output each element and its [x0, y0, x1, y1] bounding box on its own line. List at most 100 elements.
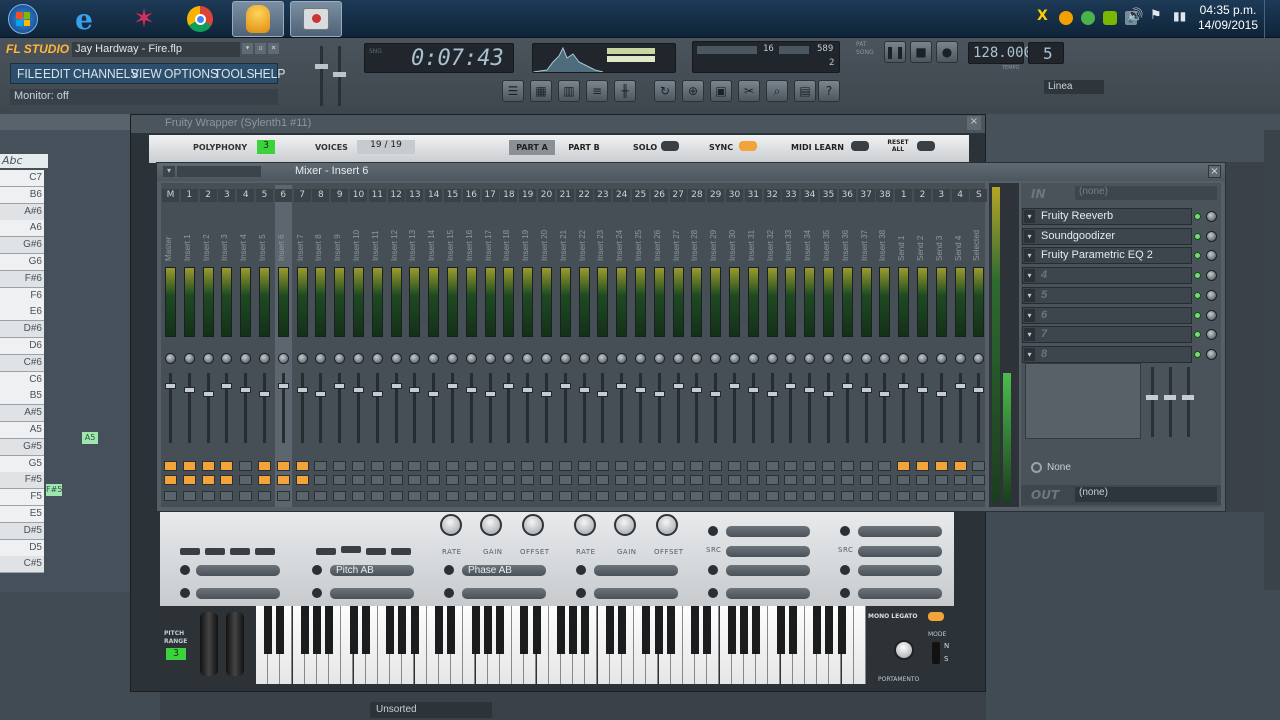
- solo-button[interactable]: [746, 491, 760, 501]
- empty-effect-slot[interactable]: 6: [1022, 306, 1192, 324]
- black-key[interactable]: [618, 606, 626, 654]
- solo-button[interactable]: [521, 491, 535, 501]
- pan-knob[interactable]: [371, 353, 383, 364]
- insert-strip[interactable]: 31 Insert 31: [744, 185, 762, 507]
- piano-key[interactable]: C6: [0, 371, 44, 389]
- black-key[interactable]: [666, 606, 675, 654]
- insert-strip[interactable]: 36 Insert 36: [838, 185, 856, 507]
- route-button[interactable]: [972, 461, 986, 471]
- insert-strip[interactable]: 24 Insert 24: [613, 185, 631, 507]
- fx-button[interactable]: [784, 475, 798, 485]
- fx-button[interactable]: [728, 475, 741, 485]
- black-key[interactable]: [727, 606, 736, 654]
- volume-fader[interactable]: [221, 383, 233, 389]
- pan-knob[interactable]: [672, 353, 684, 364]
- solo-button[interactable]: [784, 491, 798, 501]
- pitch-wheel[interactable]: [200, 612, 218, 676]
- insert-strip[interactable]: 30 Insert 30: [726, 185, 743, 507]
- black-key[interactable]: [483, 606, 492, 654]
- volume-fader[interactable]: [371, 391, 383, 397]
- pan-knob[interactable]: [954, 353, 966, 364]
- effect-slot[interactable]: Fruity Parametric EQ 2: [1022, 247, 1192, 265]
- slot-enable-icon[interactable]: [1194, 232, 1201, 240]
- menu-options[interactable]: OPTIONS: [164, 67, 218, 82]
- insert-strip[interactable]: 16 Insert 16: [462, 185, 480, 507]
- route-button[interactable]: [258, 461, 271, 471]
- solo-button[interactable]: [671, 491, 685, 501]
- route-button[interactable]: [878, 461, 892, 471]
- solo-button[interactable]: [709, 491, 723, 501]
- route-button[interactable]: [333, 461, 347, 471]
- solo-button[interactable]: [596, 491, 610, 501]
- pan-knob[interactable]: [503, 353, 515, 364]
- mod-dot-1[interactable]: [180, 565, 190, 575]
- fx-button[interactable]: [634, 475, 647, 485]
- mixer-titlebar[interactable]: ▾ Mixer - Insert 6 ×: [157, 163, 1225, 181]
- volume-fader[interactable]: [954, 383, 966, 389]
- start-button[interactable]: [0, 1, 46, 37]
- slot-enable-icon[interactable]: [1194, 213, 1201, 220]
- piano-key[interactable]: F5: [0, 489, 44, 507]
- solo-button[interactable]: [427, 491, 441, 501]
- mod-dot-5[interactable]: [444, 565, 454, 575]
- solo-button[interactable]: [314, 491, 328, 501]
- fx-button[interactable]: [464, 475, 478, 485]
- src-bar-4[interactable]: [726, 588, 810, 599]
- piano-key[interactable]: C#6: [0, 354, 44, 372]
- fx-button[interactable]: [483, 475, 497, 485]
- route-button[interactable]: [483, 461, 497, 471]
- mod-fader-2[interactable]: [205, 548, 225, 555]
- pan-knob[interactable]: [409, 353, 421, 364]
- black-key[interactable]: [642, 606, 651, 654]
- volume-fader[interactable]: [559, 383, 571, 389]
- volume-fader[interactable]: [597, 391, 609, 397]
- solo-button[interactable]: [634, 491, 647, 501]
- pan-knob[interactable]: [183, 353, 195, 364]
- tray-flag-icon[interactable]: ⚑: [1150, 8, 1164, 23]
- solo-button[interactable]: [276, 491, 290, 501]
- fx-button[interactable]: [934, 475, 948, 485]
- lfo1-gain-knob[interactable]: [480, 514, 502, 536]
- insert-strip[interactable]: 17 Insert 17: [481, 185, 499, 507]
- solo-button[interactable]: [483, 491, 497, 501]
- mod-fader-4[interactable]: [255, 548, 275, 555]
- slot-enable-icon[interactable]: [1194, 311, 1201, 319]
- piano-key[interactable]: F#6: [0, 270, 44, 288]
- slot-menu-icon[interactable]: ▾: [1024, 328, 1035, 342]
- insert-strip[interactable]: 38 Insert 38: [876, 185, 894, 507]
- menu-arrow-icon[interactable]: ▾: [242, 43, 253, 54]
- black-key[interactable]: [813, 606, 822, 654]
- lfo1-rate-knob[interactable]: [440, 514, 462, 536]
- loop-button[interactable]: ↻: [654, 80, 676, 102]
- solo-button[interactable]: [822, 491, 835, 501]
- fx-button[interactable]: [859, 475, 873, 485]
- pan-knob[interactable]: [465, 353, 477, 364]
- volume-fader[interactable]: [503, 383, 515, 389]
- eq-mid-slider[interactable]: [1164, 395, 1176, 400]
- tempo-display[interactable]: 128.000: [968, 42, 1032, 64]
- tray-green-icon[interactable]: [1081, 11, 1095, 25]
- route-button[interactable]: [916, 461, 929, 471]
- solo-button[interactable]: [859, 491, 873, 501]
- src-bar-8[interactable]: [858, 588, 942, 599]
- taskbar-tools-app[interactable]: [290, 1, 342, 37]
- slot-menu-icon[interactable]: ▾: [1024, 347, 1035, 361]
- mod-bar-6[interactable]: [462, 588, 546, 599]
- pan-knob[interactable]: [804, 353, 816, 364]
- route-button[interactable]: [577, 461, 591, 471]
- slot-menu-icon[interactable]: ▾: [1024, 229, 1035, 243]
- route-button[interactable]: [464, 461, 478, 471]
- fx-button[interactable]: [897, 475, 911, 485]
- pan-knob[interactable]: [240, 353, 252, 364]
- pan-knob[interactable]: [559, 353, 571, 364]
- browser-filter[interactable]: Unsorted: [370, 702, 492, 718]
- volume-fader[interactable]: [390, 383, 402, 389]
- black-key[interactable]: [605, 606, 614, 654]
- insert-strip[interactable]: 23 Insert 23: [594, 185, 612, 507]
- menu-view[interactable]: VIEW: [131, 67, 162, 82]
- mod-bar-8[interactable]: [594, 588, 678, 599]
- wrapper-titlebar[interactable]: Fruity Wrapper (Sylenth1 #11) ×: [131, 115, 985, 133]
- pitch-range-value[interactable]: 3: [166, 648, 186, 660]
- part-b-button[interactable]: PART B: [561, 140, 607, 155]
- route-button[interactable]: [370, 461, 384, 471]
